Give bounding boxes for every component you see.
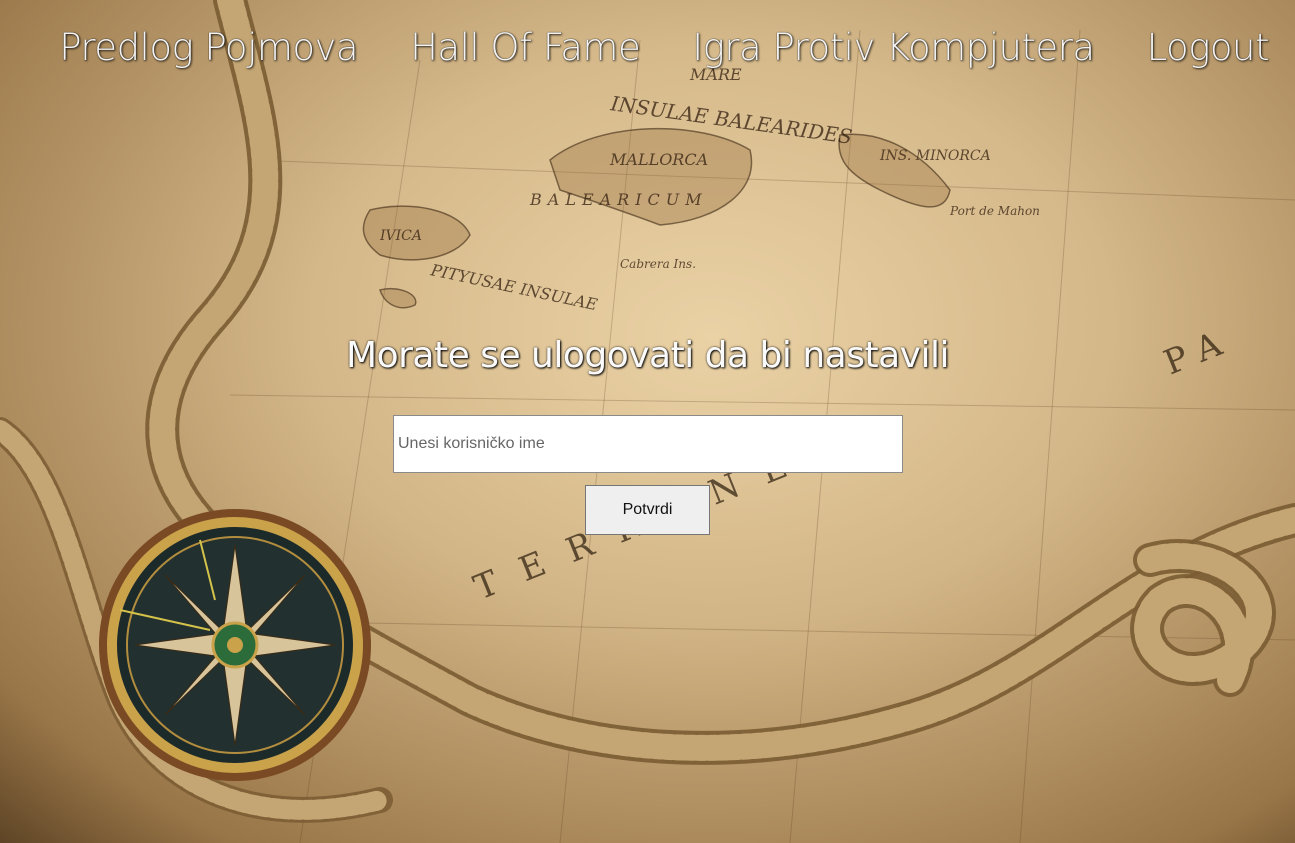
nav-hall-of-fame[interactable]: Hall Of Fame — [410, 26, 641, 70]
map-label: Port de Mahon — [949, 204, 1040, 218]
top-navigation: Predlog Pojmova Hall Of Fame Igra Protiv… — [59, 26, 1269, 70]
compass-icon — [99, 509, 371, 781]
map-label: MALLORCA — [609, 150, 708, 169]
nav-predlog-pojmova[interactable]: Predlog Pojmova — [59, 26, 358, 70]
submit-button[interactable]: Potvrdi — [585, 485, 710, 535]
nav-igra-protiv-kompjutera[interactable]: Igra Protiv Kompjutera — [692, 26, 1095, 70]
map-label: INS. MINORCA — [879, 148, 991, 164]
map-label: IVICA — [379, 228, 422, 244]
username-input[interactable] — [393, 415, 903, 473]
nav-logout[interactable]: Logout — [1147, 26, 1270, 70]
map-label: Cabrera Ins. — [620, 257, 696, 271]
map-label: BALEARICUM — [529, 190, 708, 209]
map-label: PITYUSAE INSULAE — [428, 260, 599, 314]
login-required-heading: Morate se ulogovati da bi nastavili — [346, 335, 949, 376]
